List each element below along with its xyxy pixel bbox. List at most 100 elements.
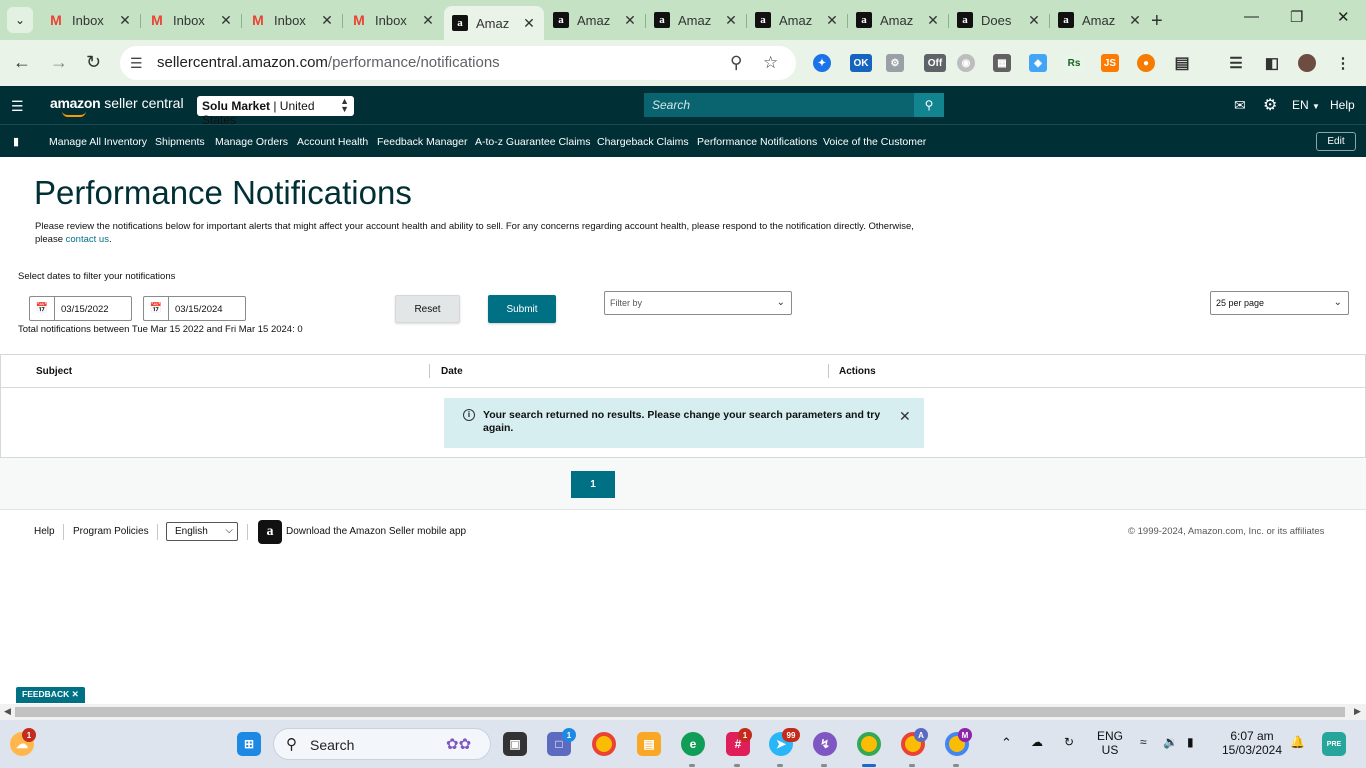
volume-icon[interactable]: 🔉: [1163, 735, 1178, 749]
extension-off-icon[interactable]: Off: [924, 54, 946, 72]
close-icon[interactable]: ✕: [825, 12, 839, 29]
nav-link-voice-of-customer[interactable]: Voice of the Customer: [823, 136, 926, 148]
close-icon[interactable]: ✕: [1128, 12, 1142, 29]
close-icon[interactable]: ✕: [219, 12, 233, 29]
feedback-tab[interactable]: FEEDBACK ✕: [16, 687, 85, 703]
puzzle-extensions-icon[interactable]: ▤: [1173, 54, 1191, 72]
close-icon[interactable]: ✕: [623, 12, 637, 29]
url-field[interactable]: ☰ sellercentral.amazon.com/performance/n…: [120, 46, 796, 80]
page-number-button[interactable]: 1: [571, 471, 615, 498]
wifi-icon[interactable]: ≈: [1140, 735, 1147, 749]
windows-start-icon[interactable]: ⊞: [237, 732, 261, 756]
extension-icon[interactable]: ⚙: [886, 54, 904, 72]
task-view-icon[interactable]: ▣: [503, 732, 527, 756]
notifications-bell-icon[interactable]: 🔔: [1290, 735, 1305, 749]
nav-link-manage-orders[interactable]: Manage Orders: [215, 136, 288, 148]
contact-us-link[interactable]: contact us: [66, 234, 109, 245]
browser-tab[interactable]: a Amaz ✕: [646, 6, 746, 34]
zoom-icon[interactable]: ⚲: [730, 53, 742, 73]
extension-icon[interactable]: ●: [1137, 54, 1155, 72]
nav-link-chargeback-claims[interactable]: Chargeback Claims: [597, 136, 689, 148]
tab-search-menu-icon[interactable]: ⌄: [7, 7, 33, 33]
seller-central-logo[interactable]: amazon seller central: [50, 95, 184, 117]
language-selector[interactable]: EN ▼: [1292, 98, 1320, 112]
amazon-seller-app-icon[interactable]: a: [258, 520, 282, 544]
calendar-icon[interactable]: 📅: [30, 297, 55, 320]
extension-js-icon[interactable]: JS: [1101, 54, 1119, 72]
side-panel-icon[interactable]: ◧: [1263, 54, 1281, 72]
extension-icon[interactable]: ✦: [813, 54, 831, 72]
submit-button[interactable]: Submit: [488, 295, 556, 323]
chrome-profile-icon[interactable]: [857, 732, 881, 756]
bookmark-icon[interactable]: ▮: [13, 135, 19, 148]
browser-tab[interactable]: M Inbox ✕: [343, 6, 443, 34]
browser-tab[interactable]: M Inbox ✕: [242, 6, 342, 34]
close-icon[interactable]: ✕: [1027, 12, 1041, 29]
input-language-indicator[interactable]: ENG US: [1094, 729, 1126, 757]
chevron-up-icon[interactable]: ⌃: [1001, 735, 1012, 751]
calendar-icon[interactable]: 📅: [144, 297, 169, 320]
close-icon[interactable]: ✕: [926, 12, 940, 29]
new-tab-plus-icon[interactable]: +: [1151, 10, 1163, 33]
close-icon[interactable]: ✕: [522, 15, 536, 32]
media-queue-icon[interactable]: ☰: [1227, 54, 1245, 72]
chrome-icon[interactable]: [592, 732, 616, 756]
window-close-icon[interactable]: ✕: [1337, 8, 1350, 26]
copilot-icon[interactable]: PRE: [1322, 732, 1346, 756]
nav-link-feedback-manager[interactable]: Feedback Manager: [377, 136, 467, 148]
file-explorer-icon[interactable]: ▤: [637, 732, 661, 756]
search-input[interactable]: Search: [644, 93, 914, 117]
back-arrow-icon[interactable]: ←: [13, 52, 31, 73]
program-policies-link[interactable]: Program Policies: [73, 526, 149, 537]
browser-tab[interactable]: a Does ✕: [949, 6, 1049, 34]
nav-link-performance-notifications[interactable]: Performance Notifications: [697, 136, 817, 148]
nav-link-account-health[interactable]: Account Health: [297, 136, 368, 148]
browser-tab-active[interactable]: a Amaz ✕: [444, 6, 544, 40]
profile-avatar[interactable]: [1298, 54, 1316, 72]
column-header-subject[interactable]: Subject: [36, 366, 72, 377]
extension-ok-icon[interactable]: OK: [850, 54, 872, 72]
scroll-left-icon[interactable]: ◀: [4, 706, 11, 717]
edit-nav-button[interactable]: Edit: [1316, 132, 1356, 151]
settings-gear-icon[interactable]: ⚙: [1263, 95, 1277, 115]
taskbar-search[interactable]: ⚲ Search ✿✿: [273, 728, 491, 760]
close-icon[interactable]: ✕: [899, 408, 911, 425]
bookmark-star-icon[interactable]: ☆: [763, 53, 778, 73]
start-date-field[interactable]: 📅 03/15/2022: [29, 296, 132, 321]
onedrive-icon[interactable]: ☁: [1031, 735, 1043, 749]
site-info-icon[interactable]: ☰: [130, 55, 143, 72]
qr-code-icon[interactable]: ▦: [993, 54, 1011, 72]
extension-rs-icon[interactable]: Rs: [1065, 54, 1083, 72]
close-icon[interactable]: ✕: [118, 12, 132, 29]
browser-tab[interactable]: a Amaz ✕: [1050, 6, 1150, 34]
help-link[interactable]: Help: [1330, 98, 1355, 112]
browser-tab[interactable]: M Inbox ✕: [40, 6, 140, 34]
globe-icon[interactable]: ◉: [957, 54, 975, 72]
browser-tab[interactable]: a Amaz ✕: [545, 6, 645, 34]
scrollbar-thumb[interactable]: [15, 707, 1345, 717]
reset-button[interactable]: Reset: [395, 295, 460, 323]
horizontal-scrollbar[interactable]: ◀ ▶: [0, 704, 1366, 720]
nav-link-a-to-z-claims[interactable]: A-to-z Guarantee Claims: [475, 136, 591, 148]
extension-icon[interactable]: ◆: [1029, 54, 1047, 72]
clock[interactable]: 6:07 am 15/03/2024: [1218, 729, 1286, 757]
download-app-link[interactable]: Download the Amazon Seller mobile app: [286, 526, 466, 537]
minimize-icon[interactable]: —: [1244, 8, 1259, 25]
search-button[interactable]: ⚲: [914, 93, 944, 117]
nav-link-shipments[interactable]: Shipments: [155, 136, 205, 148]
browser-tab[interactable]: a Amaz ✕: [747, 6, 847, 34]
close-icon[interactable]: ✕: [72, 689, 79, 699]
battery-icon[interactable]: ▮: [1187, 735, 1194, 749]
close-icon[interactable]: ✕: [724, 12, 738, 29]
close-icon[interactable]: ✕: [421, 12, 435, 29]
browser-menu-icon[interactable]: ⋮: [1334, 54, 1352, 72]
messenger-icon[interactable]: ↯: [813, 732, 837, 756]
end-date-field[interactable]: 📅 03/15/2024: [143, 296, 246, 321]
close-icon[interactable]: ✕: [320, 12, 334, 29]
browser-tab[interactable]: a Amaz ✕: [848, 6, 948, 34]
marketplace-switcher[interactable]: Solu Market | United States ▲ ▼: [197, 96, 354, 127]
mail-icon[interactable]: ✉: [1234, 97, 1246, 114]
hamburger-menu-icon[interactable]: ☰: [11, 98, 24, 115]
filter-by-select[interactable]: Filter by ⌄: [604, 291, 792, 315]
restore-icon[interactable]: ❐: [1290, 8, 1303, 26]
